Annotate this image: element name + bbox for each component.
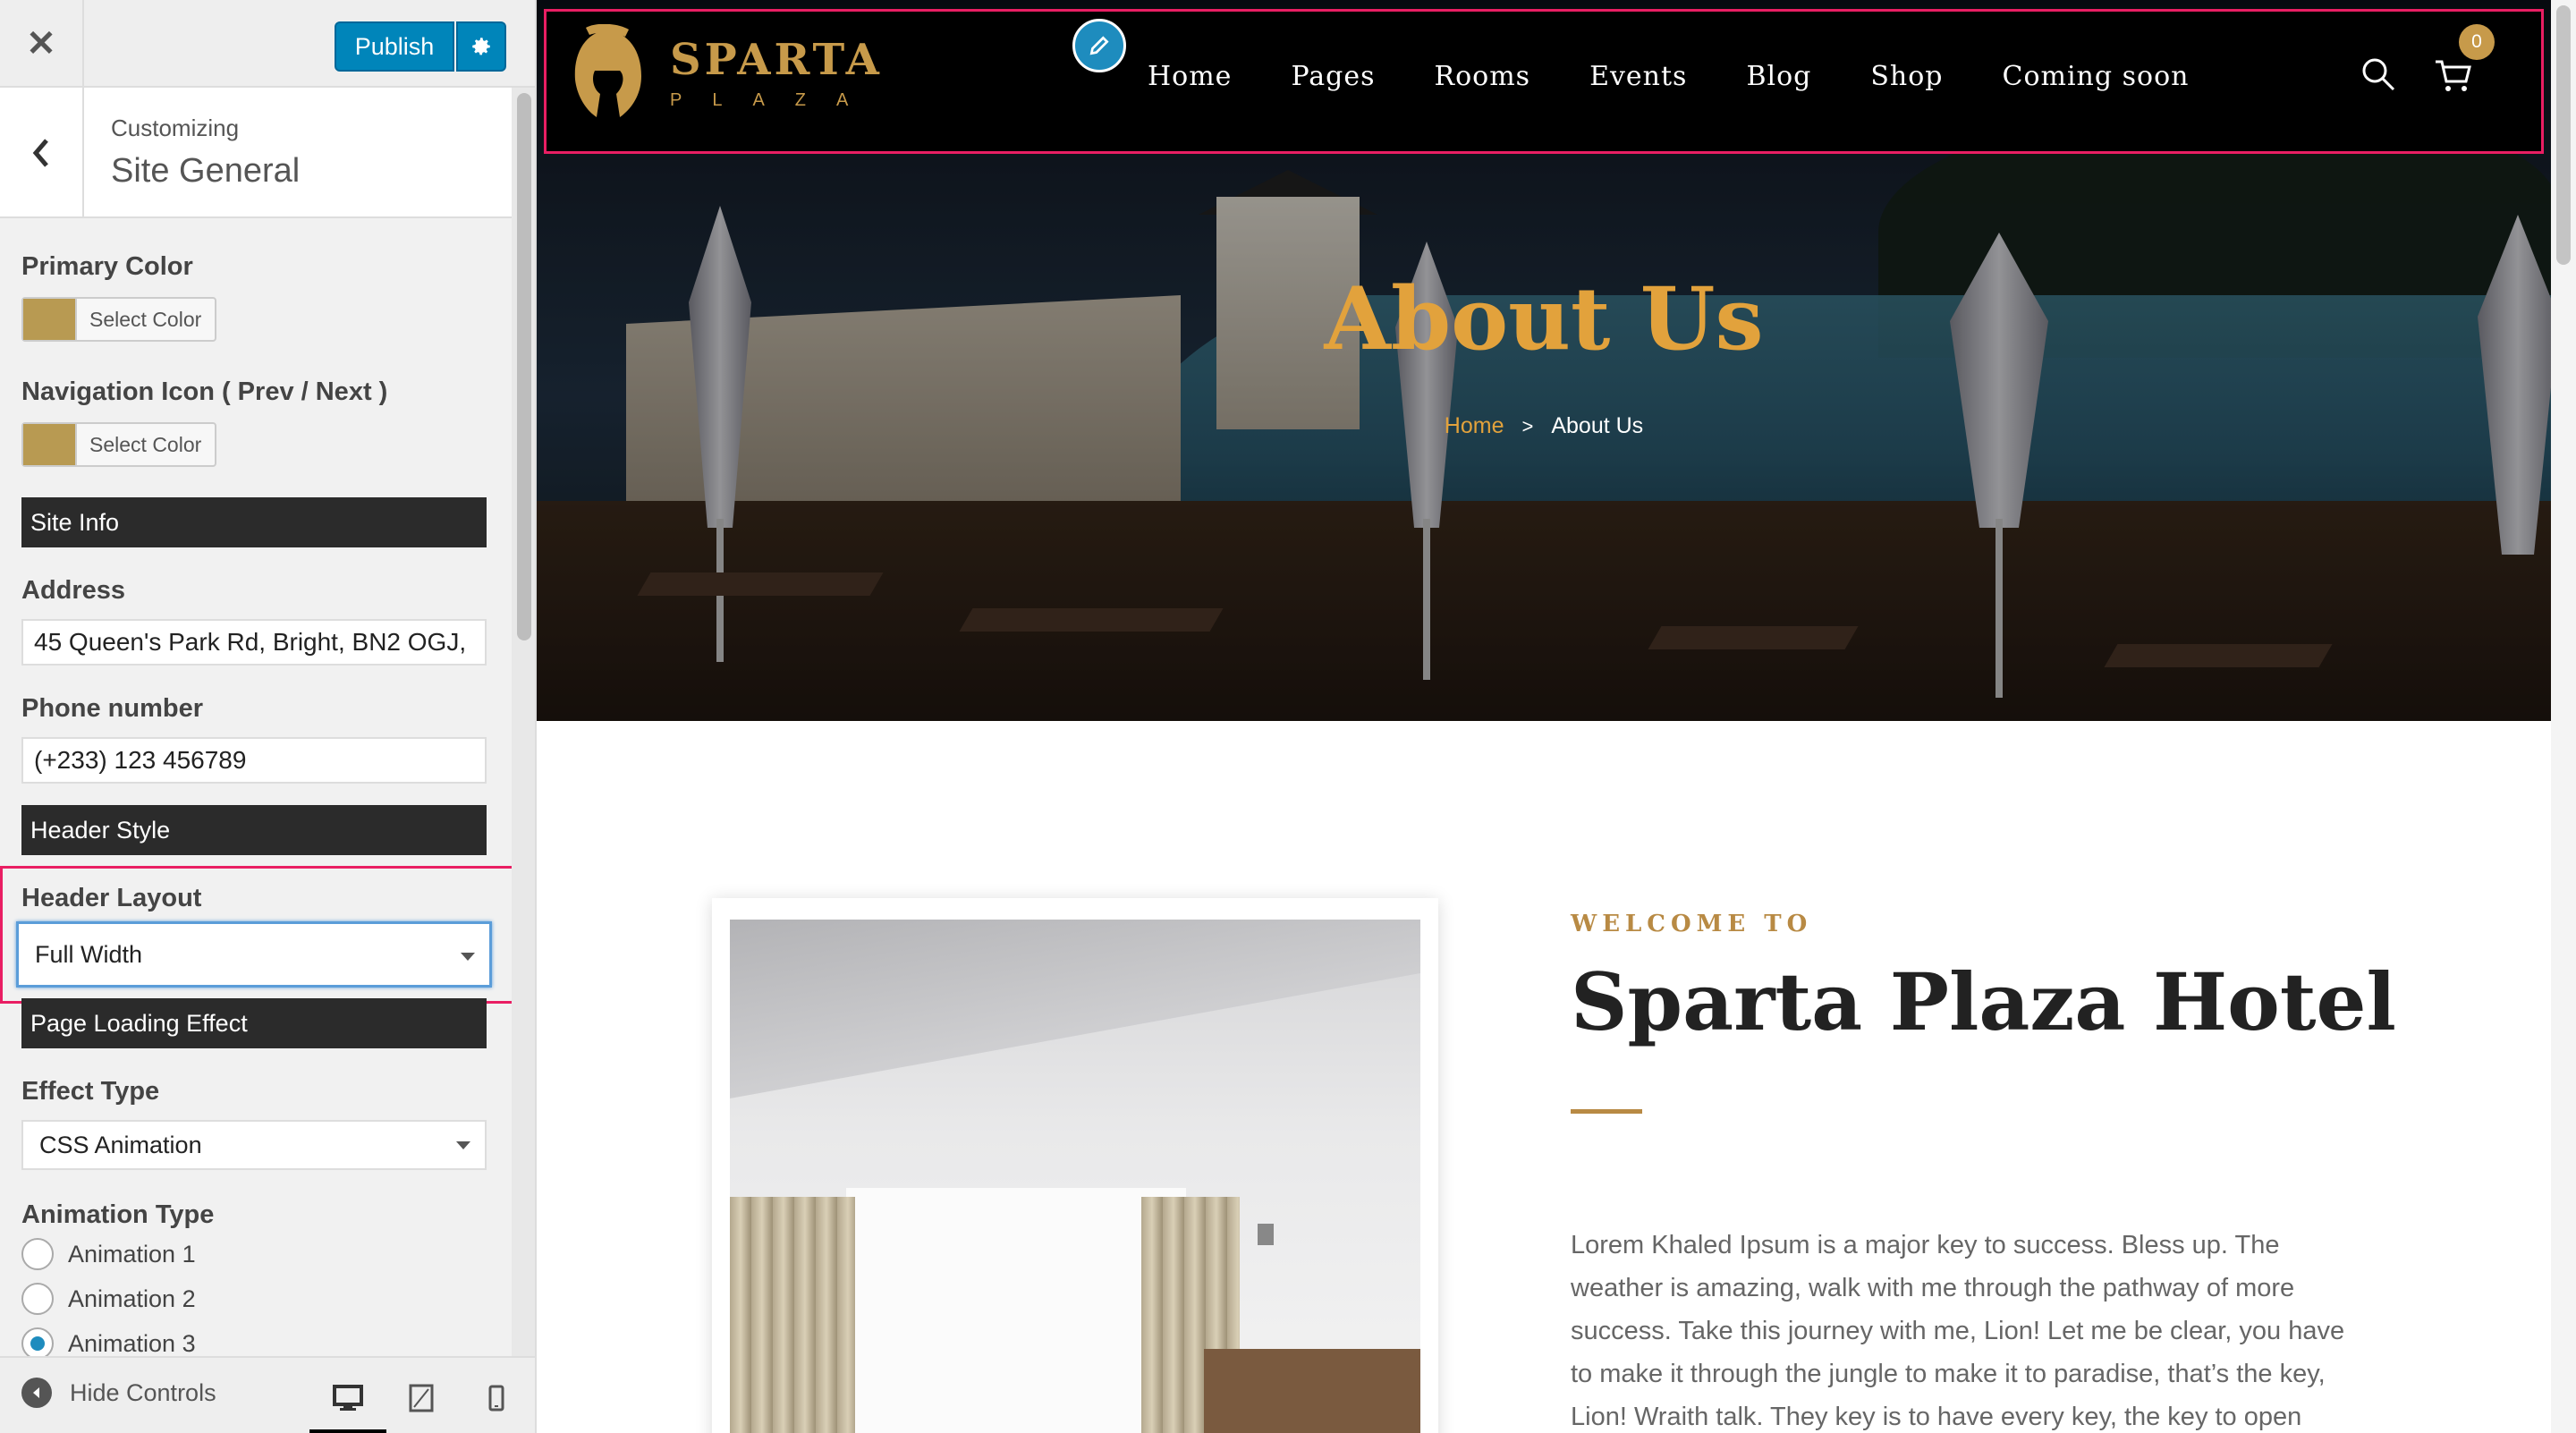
gear-icon[interactable] [456, 21, 506, 72]
effect-type-select[interactable]: CSS Animation [21, 1120, 487, 1170]
hide-controls-label: Hide Controls [70, 1378, 216, 1406]
address-input[interactable]: 45 Queen's Park Rd, Bright, BN2 OGJ, [21, 619, 487, 666]
sidebar-scrollbar[interactable] [512, 88, 535, 1356]
hero-banner: SPARTA PLAZA Home Pages Rooms Events Blo… [537, 0, 2551, 721]
radio-animation-2[interactable]: Animation 2 [21, 1283, 196, 1315]
radio-button[interactable] [21, 1238, 54, 1270]
radio-button[interactable] [21, 1327, 54, 1356]
select-color-label: Select Color [89, 307, 202, 331]
spartan-helmet-icon [574, 24, 641, 117]
brand-name: SPARTA [670, 34, 883, 85]
nav-home[interactable]: Home [1148, 61, 1232, 92]
effect-type-value: CSS Animation [39, 1131, 202, 1158]
customizer-header-bar: ✕ Publish [0, 0, 535, 88]
tablet-icon[interactable] [399, 1376, 444, 1420]
customizer-footer: Hide Controls [0, 1356, 535, 1433]
intro-paragraph: Lorem Khaled Ipsum is a major key to suc… [1571, 1231, 2345, 1431]
active-device-indicator [309, 1429, 386, 1433]
controls-panel: Primary Color Select Color Navigation Ic… [0, 218, 512, 1356]
search-icon[interactable] [2360, 56, 2396, 97]
site-header[interactable]: SPARTA PLAZA Home Pages Rooms Events Blo… [544, 9, 2544, 154]
phone-input[interactable]: (+233) 123 456789 [21, 737, 487, 784]
customizing-label: Customizing [111, 114, 240, 141]
preview-scroll-thumb[interactable] [2556, 5, 2571, 265]
radio-label: Animation 3 [68, 1329, 196, 1357]
effect-type-label: Effect Type [21, 1077, 160, 1106]
customizer-app: ✕ Publish Customizing Site General Prima… [0, 0, 2576, 1433]
breadcrumb-home[interactable]: Home [1445, 413, 1504, 439]
cart-icon[interactable] [2434, 58, 2473, 98]
section-title: Site General [111, 152, 301, 190]
page-loading-heading: Page Loading Effect [21, 998, 487, 1048]
nav-rooms[interactable]: Rooms [1435, 61, 1531, 92]
nav-pages[interactable]: Pages [1291, 61, 1375, 92]
photo-window [846, 1188, 1186, 1433]
title-divider [1571, 1109, 1642, 1114]
welcome-label: WELCOME TO [1571, 911, 1813, 937]
room-photo-frame [712, 898, 1438, 1433]
sidebar-scroll-thumb[interactable] [517, 93, 531, 640]
animation-type-label: Animation Type [21, 1200, 215, 1229]
photo-curtain [730, 1197, 855, 1433]
hide-controls-button[interactable]: Hide Controls [21, 1378, 216, 1408]
radio-animation-3[interactable]: Animation 3 [21, 1327, 196, 1356]
header-layout-highlight [0, 866, 512, 1004]
breadcrumb-separator-icon: > [1521, 414, 1534, 437]
desktop-icon[interactable] [326, 1376, 370, 1420]
header-style-heading: Header Style [21, 805, 487, 855]
close-icon[interactable]: ✕ [0, 0, 84, 88]
main-nav: Home Pages Rooms Events Blog Shop Coming… [1148, 61, 2248, 92]
hero-title: About Us [1324, 268, 1764, 369]
nav-icon-color-swatch [23, 424, 77, 465]
preview-scrollbar[interactable] [2551, 0, 2576, 1433]
edit-pencil-icon[interactable] [1072, 19, 1126, 72]
cart-count-badge: 0 [2459, 24, 2495, 60]
radio-label: Animation 2 [68, 1285, 196, 1312]
section-header: Customizing Site General [0, 88, 512, 218]
collapse-icon [21, 1378, 52, 1408]
site-logo[interactable]: SPARTA PLAZA [566, 24, 883, 124]
breadcrumb-current: About Us [1551, 413, 1644, 438]
select-color-label: Select Color [89, 432, 202, 456]
nav-icon-label: Navigation Icon ( Prev / Next ) [21, 377, 388, 406]
nav-icon-color-picker[interactable]: Select Color [21, 422, 216, 467]
photo-lamp [1258, 1224, 1274, 1245]
site-info-heading: Site Info [21, 497, 487, 547]
radio-button[interactable] [21, 1283, 54, 1315]
mobile-icon[interactable] [474, 1376, 519, 1420]
nav-shop[interactable]: Shop [1870, 61, 1943, 92]
radio-animation-1[interactable]: Animation 1 [21, 1238, 196, 1270]
primary-color-label: Primary Color [21, 252, 193, 281]
address-label: Address [21, 576, 126, 605]
room-photo [730, 920, 1420, 1433]
nav-coming-soon[interactable]: Coming soon [2003, 61, 2190, 92]
brand-text: SPARTA PLAZA [670, 38, 883, 111]
nav-blog[interactable]: Blog [1746, 61, 1811, 92]
breadcrumb: Home > About Us [537, 413, 2551, 439]
customizer-sidebar: ✕ Publish Customizing Site General Prima… [0, 0, 537, 1433]
site-preview: SPARTA PLAZA Home Pages Rooms Events Blo… [537, 0, 2576, 1433]
photo-ceiling [730, 920, 1420, 1098]
phone-label: Phone number [21, 694, 204, 723]
primary-color-swatch [23, 299, 77, 340]
radio-label: Animation 1 [68, 1240, 196, 1268]
chevron-down-icon [456, 1141, 470, 1149]
publish-button[interactable]: Publish [335, 21, 454, 72]
chevron-left-icon[interactable] [0, 88, 84, 218]
hotel-title: Sparta Plaza Hotel [1571, 955, 2396, 1048]
primary-color-picker[interactable]: Select Color [21, 297, 216, 342]
photo-headboard [1204, 1349, 1420, 1433]
brand-sub: PLAZA [670, 89, 879, 110]
nav-events[interactable]: Events [1589, 61, 1687, 92]
